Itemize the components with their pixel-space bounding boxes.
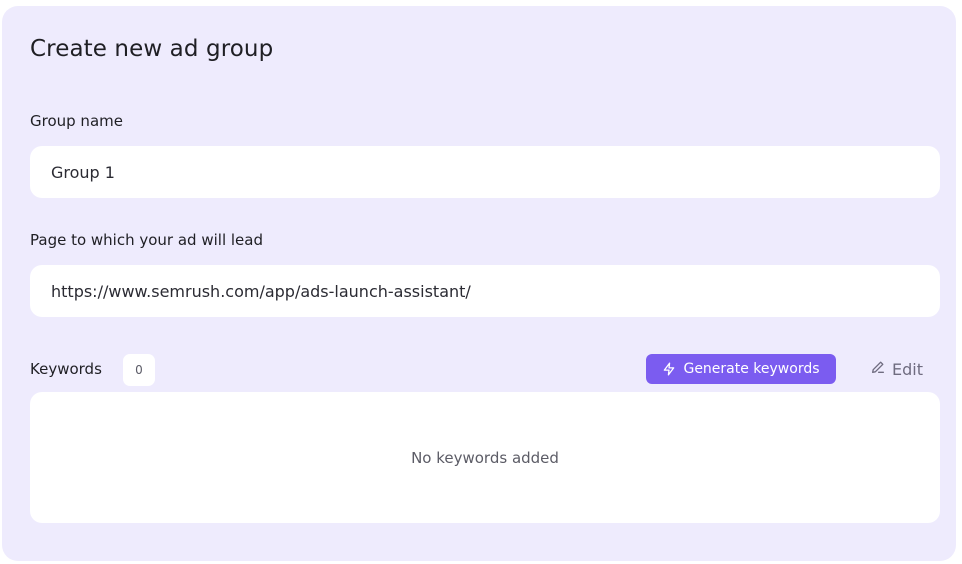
empty-state-text: No keywords added xyxy=(411,448,559,467)
lightning-icon xyxy=(662,362,676,376)
group-name-label: Group name xyxy=(30,112,123,130)
keywords-list-empty: No keywords added xyxy=(30,392,940,523)
group-name-input[interactable]: Group 1 xyxy=(30,146,940,198)
generate-keywords-label: Generate keywords xyxy=(683,361,820,377)
page-title: Create new ad group xyxy=(30,36,274,62)
create-ad-group-card: Create new ad group Group name Group 1 P… xyxy=(2,6,956,561)
keywords-header: Keywords 0 Generate keywords Edit xyxy=(30,350,940,390)
keywords-count-badge: 0 xyxy=(123,354,155,386)
edit-label: Edit xyxy=(892,359,923,379)
keywords-label: Keywords xyxy=(30,360,102,378)
generate-keywords-button[interactable]: Generate keywords xyxy=(646,354,836,384)
pencil-icon xyxy=(870,359,886,379)
edit-keywords-button[interactable]: Edit xyxy=(870,356,923,382)
landing-page-label: Page to which your ad will lead xyxy=(30,231,263,249)
landing-page-input[interactable]: https://www.semrush.com/app/ads-launch-a… xyxy=(30,265,940,317)
